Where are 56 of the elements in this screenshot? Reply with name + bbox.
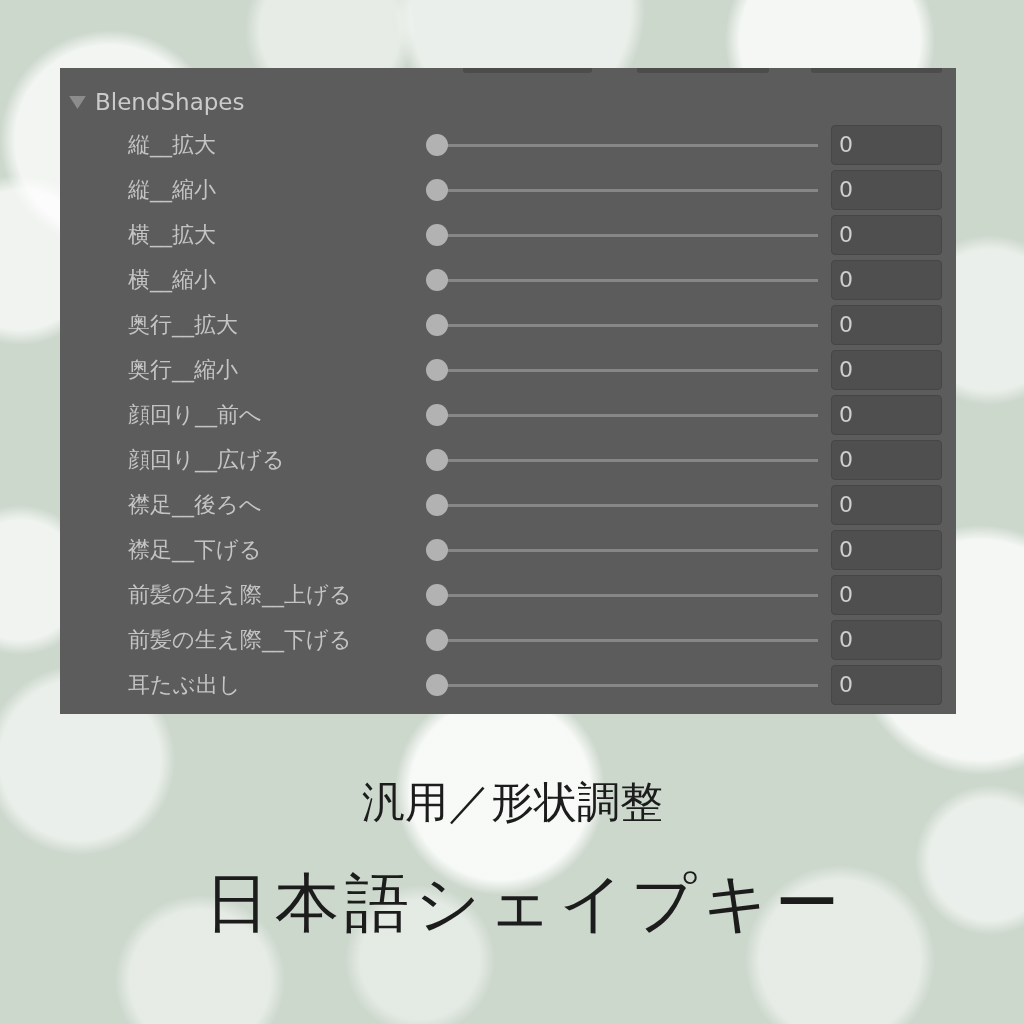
- shape-label: 奥行__縮小: [128, 355, 239, 384]
- slider-thumb[interactable]: [426, 673, 448, 696]
- value-field[interactable]: 0: [831, 349, 942, 390]
- slider-track[interactable]: [426, 448, 818, 471]
- slider-track[interactable]: [426, 628, 818, 651]
- slider-thumb[interactable]: [426, 223, 448, 246]
- shape-label: 前髪の生え際__上げる: [128, 580, 353, 609]
- value-field[interactable]: 0: [831, 664, 942, 705]
- slider-thumb[interactable]: [426, 133, 448, 156]
- slider-thumb[interactable]: [426, 178, 448, 201]
- value-field[interactable]: 0: [831, 169, 942, 210]
- caret-icon[interactable]: [69, 95, 86, 109]
- value-field[interactable]: 0: [831, 529, 942, 570]
- slider-track[interactable]: [426, 673, 818, 696]
- subtitle: 汎用／形状調整: [361, 776, 663, 828]
- slider-thumb[interactable]: [426, 268, 448, 291]
- slider-thumb[interactable]: [426, 403, 448, 426]
- shape-label: 横__拡大: [128, 220, 217, 249]
- slider-track[interactable]: [426, 178, 818, 201]
- slider-thumb[interactable]: [426, 358, 448, 381]
- value-field[interactable]: 0: [831, 214, 942, 255]
- value-field[interactable]: 0: [831, 124, 942, 165]
- slider-track[interactable]: [426, 313, 818, 336]
- slider-track[interactable]: [426, 583, 818, 606]
- shape-label: 耳たぶ出し: [128, 670, 242, 699]
- slider-thumb[interactable]: [426, 538, 448, 561]
- shape-label: 縦__縮小: [128, 175, 217, 204]
- shape-label: 前髪の生え際__下げる: [128, 625, 353, 654]
- section-title[interactable]: BlendShapes: [95, 88, 245, 116]
- shape-label: 襟足__下げる: [128, 535, 263, 564]
- shape-label: 横__縮小: [128, 265, 217, 294]
- value-field[interactable]: 0: [831, 574, 942, 615]
- shape-label: 奥行__拡大: [128, 310, 239, 339]
- slider-track[interactable]: [426, 133, 818, 156]
- slider-thumb[interactable]: [426, 313, 448, 336]
- slider-track[interactable]: [426, 538, 818, 561]
- shape-label: 顔回り__広げる: [128, 445, 286, 474]
- shape-label: 襟足__後ろへ: [128, 490, 263, 519]
- slider-thumb[interactable]: [426, 448, 448, 471]
- slider-track[interactable]: [426, 268, 818, 291]
- shape-label: 縦__拡大: [128, 130, 217, 159]
- slider-thumb[interactable]: [426, 493, 448, 516]
- slider-track[interactable]: [426, 403, 818, 426]
- value-field[interactable]: 0: [831, 619, 942, 660]
- shape-label: 顔回り__前へ: [128, 400, 263, 429]
- value-field[interactable]: 0: [831, 394, 942, 435]
- slider-track[interactable]: [426, 493, 818, 516]
- value-field[interactable]: 0: [831, 484, 942, 525]
- value-field[interactable]: 0: [831, 304, 942, 345]
- slider-thumb[interactable]: [426, 583, 448, 606]
- product-title: 日本語シェイプキー: [204, 865, 845, 942]
- value-field[interactable]: 0: [831, 439, 942, 480]
- value-field[interactable]: 0: [831, 259, 942, 300]
- slider-track[interactable]: [426, 223, 818, 246]
- slider-thumb[interactable]: [426, 628, 448, 651]
- slider-track[interactable]: [426, 358, 818, 381]
